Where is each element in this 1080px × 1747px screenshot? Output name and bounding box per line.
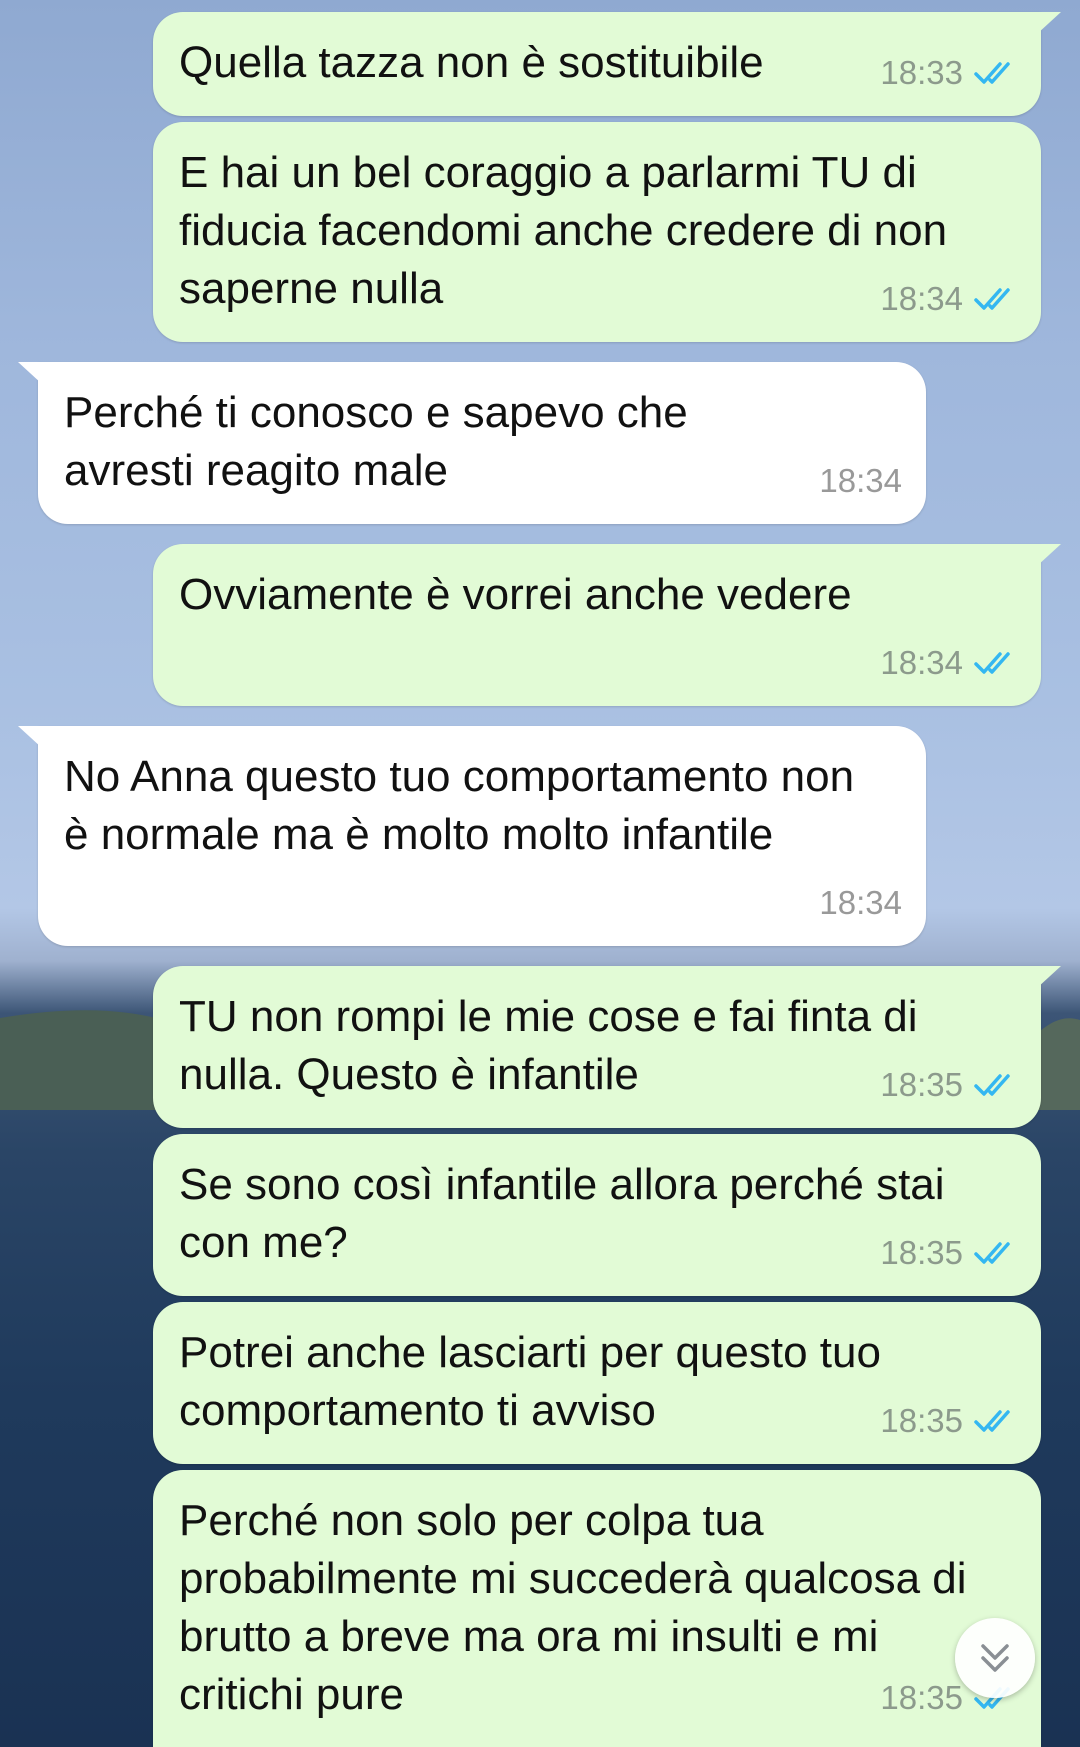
double-check-icon xyxy=(974,288,1010,310)
bubble-tail xyxy=(1037,12,1061,34)
message-bubble-incoming[interactable]: Perché ti conosco e sapevo che avresti r… xyxy=(18,362,926,524)
message-meta: 18:33 xyxy=(880,44,1017,102)
message-meta: 18:34 xyxy=(880,270,1017,328)
message-time: 18:34 xyxy=(880,280,963,317)
message-time: 18:34 xyxy=(819,462,902,499)
message-time: 18:35 xyxy=(880,1402,963,1439)
message-time: 18:35 xyxy=(880,1234,963,1271)
double-check-icon xyxy=(974,1242,1010,1264)
message-meta: 18:35 xyxy=(880,1056,1017,1114)
bubble-tail xyxy=(18,726,42,748)
message-bubble-outgoing[interactable]: TU non rompi le mie cose e fai finta di … xyxy=(153,966,1061,1128)
message-meta: 18:34 xyxy=(819,874,902,932)
message-time: 18:33 xyxy=(880,54,963,91)
message-bubble-outgoing[interactable]: Se sono così infantile allora perché sta… xyxy=(153,1134,1041,1296)
message-meta: 18:34 xyxy=(819,452,902,510)
double-check-icon xyxy=(974,1074,1010,1096)
message-bubble-incoming[interactable]: No Anna questo tuo comportamento non è n… xyxy=(18,726,926,946)
message-bubble-outgoing[interactable]: Potrei anche lasciarti per questo tuo co… xyxy=(153,1302,1041,1464)
chat-message-list[interactable]: Quella tazza non è sostituibile 18:33 E … xyxy=(0,0,1080,1747)
double-check-icon xyxy=(974,652,1010,674)
bubble-tail xyxy=(18,362,42,384)
message-bubble-outgoing[interactable]: Quella tazza non è sostituibile 18:33 xyxy=(153,12,1061,116)
message-bubble-outgoing[interactable]: Ovviamente è vorrei anche vedere 18:34 xyxy=(153,544,1061,706)
message-time: 18:35 xyxy=(880,1066,963,1103)
message-bubble-outgoing[interactable]: E hai un bel coraggio a parlarmi TU di f… xyxy=(153,122,1041,342)
chevron-double-down-icon xyxy=(981,1644,1009,1672)
message-meta: 18:35 xyxy=(880,1224,1017,1282)
double-check-icon xyxy=(974,1410,1010,1432)
message-text: Perché ti conosco e sapevo che avresti r… xyxy=(64,388,688,495)
message-text: Ovviamente è vorrei anche vedere xyxy=(179,570,852,619)
message-meta: 18:35 xyxy=(880,1392,1017,1450)
double-check-icon xyxy=(974,62,1010,84)
bubble-tail xyxy=(1037,966,1061,988)
message-bubble-outgoing[interactable]: Perché non solo per colpa tua probabilme… xyxy=(153,1470,1041,1747)
message-time: 18:35 xyxy=(880,1679,963,1716)
message-time: 18:34 xyxy=(819,884,902,921)
scroll-to-bottom-button[interactable] xyxy=(955,1618,1035,1698)
message-time: 18:34 xyxy=(880,644,963,681)
bubble-tail xyxy=(1037,544,1061,566)
message-meta: 18:34 xyxy=(880,634,1017,692)
message-text: No Anna questo tuo comportamento non è n… xyxy=(64,752,855,859)
